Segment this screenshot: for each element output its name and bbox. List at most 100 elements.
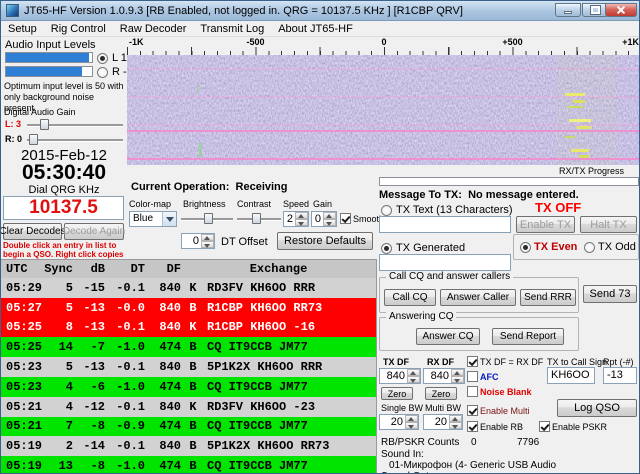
enable-pskr-option[interactable]: Enable PSKR xyxy=(539,421,607,432)
table-row[interactable]: 05:192-14-0.1840B5P1K2X KH6OO RR73 xyxy=(1,436,376,456)
rb-count: 0 xyxy=(471,437,477,448)
dial-qrg-value[interactable]: 10137.5 xyxy=(3,196,124,220)
dt-offset-up-icon[interactable] xyxy=(201,234,214,241)
answer-cq-button[interactable]: Answer CQ xyxy=(416,328,480,345)
tx-odd-radio[interactable] xyxy=(584,242,595,253)
answer-caller-button[interactable]: Answer Caller xyxy=(440,289,516,306)
noise-blank-option[interactable]: Noise Blank xyxy=(467,386,532,397)
table-row[interactable]: 05:235-13-0.1840B5P1K2X KH6OO RRR xyxy=(1,357,376,377)
enable-rb-checkbox[interactable] xyxy=(467,421,478,432)
cell-db: -6 xyxy=(73,380,105,394)
menu-transmit-log[interactable]: Transmit Log xyxy=(193,22,271,36)
dt-offset-down-icon[interactable] xyxy=(201,241,214,248)
to-call-input[interactable]: KH6OO xyxy=(547,367,595,384)
tx-odd-option[interactable]: TX Odd xyxy=(584,241,636,253)
tx-df-down-icon[interactable] xyxy=(407,376,420,383)
tx-even-option[interactable]: TX Even xyxy=(520,241,577,253)
waterfall-spectrogram xyxy=(127,55,640,165)
clear-decodes-button[interactable]: Clear Decodes xyxy=(3,223,62,240)
sound-in-value[interactable]: 01-Микрофон (4- Generic USB Audio xyxy=(389,460,637,471)
table-row[interactable]: 05:217-8-0.9474BCQ IT9CCB JM77 xyxy=(1,417,376,437)
restore-defaults-button[interactable]: Restore Defaults xyxy=(277,232,373,250)
colormap-select[interactable]: Blue xyxy=(129,211,177,227)
tx-df-zero-button[interactable]: Zero xyxy=(381,387,413,400)
close-button[interactable] xyxy=(605,3,637,17)
halt-tx-button[interactable]: Halt TX xyxy=(580,216,637,233)
noise-blank-checkbox[interactable] xyxy=(467,386,478,397)
afc-option[interactable]: AFC xyxy=(467,371,499,382)
enable-multi-checkbox[interactable] xyxy=(467,405,478,416)
channel-left-radio[interactable] xyxy=(97,53,108,64)
multi-bw-value: 20 xyxy=(424,415,449,429)
chevron-down-icon[interactable] xyxy=(162,212,176,226)
send-rrr-button[interactable]: Send RRR xyxy=(520,289,576,306)
single-bw-down-icon[interactable] xyxy=(405,422,418,429)
enable-rb-option[interactable]: Enable RB xyxy=(467,421,523,432)
table-row[interactable]: 05:295-15-0.1840KRD3FV KH6OO RRR xyxy=(1,278,376,298)
table-row[interactable]: 05:258-13-0.1840KR1CBP KH6OO -16 xyxy=(1,318,376,338)
rpt-input[interactable]: -13 xyxy=(603,367,637,384)
single-bw-up-icon[interactable] xyxy=(405,415,418,422)
enable-tx-button[interactable]: Enable TX xyxy=(516,216,575,233)
multi-bw-down-icon[interactable] xyxy=(449,422,462,429)
multi-bw-up-icon[interactable] xyxy=(449,415,462,422)
left-gain-slider[interactable] xyxy=(27,118,123,131)
tx-df-stepper[interactable]: 840 xyxy=(379,368,421,384)
tx-even-radio[interactable] xyxy=(520,242,531,253)
waterfall-display[interactable] xyxy=(127,55,640,165)
tx-df-up-icon[interactable] xyxy=(407,369,420,376)
contrast-slider-thumb[interactable] xyxy=(252,213,261,224)
enable-pskr-checkbox[interactable] xyxy=(539,421,550,432)
menu-setup[interactable]: Setup xyxy=(1,22,44,36)
speed-up-icon[interactable] xyxy=(295,212,308,219)
tx-text-option[interactable]: TX Text (13 Characters) xyxy=(381,204,513,216)
table-row[interactable]: 05:2514-7-1.0474BCQ IT9CCB JM77 xyxy=(1,337,376,357)
header-utc: UTC xyxy=(1,262,43,276)
cell-dt: -1.0 xyxy=(105,380,145,394)
smooth-checkbox[interactable] xyxy=(340,213,351,224)
dt-offset-stepper[interactable]: 0 xyxy=(181,233,215,249)
tx-generated-option[interactable]: TX Generated xyxy=(381,242,465,254)
right-gain-slider-thumb[interactable] xyxy=(29,134,38,145)
df-link-checkbox[interactable] xyxy=(467,356,478,367)
brightness-slider[interactable] xyxy=(181,212,233,225)
contrast-slider[interactable] xyxy=(237,212,281,225)
brightness-slider-thumb[interactable] xyxy=(204,213,213,224)
menu-about[interactable]: About JT65-HF xyxy=(271,22,360,36)
tx-generated-input[interactable] xyxy=(379,254,511,271)
gain-stepper[interactable]: 0 xyxy=(311,211,337,227)
call-cq-button[interactable]: Call CQ xyxy=(384,289,436,306)
df-link-option[interactable]: TX DF = RX DF xyxy=(467,356,543,367)
rx-df-up-icon[interactable] xyxy=(451,369,464,376)
right-gain-slider[interactable] xyxy=(27,133,123,146)
channel-right-radio[interactable] xyxy=(97,67,108,78)
rx-df-stepper[interactable]: 840 xyxy=(423,368,465,384)
multi-bw-stepper[interactable]: 20 xyxy=(423,414,463,430)
enable-multi-option[interactable]: Enable Multi xyxy=(467,405,530,416)
send-report-button[interactable]: Send Report xyxy=(492,328,564,345)
table-row[interactable]: 05:275-13-0.0840BR1CBP KH6OO RR73 xyxy=(1,298,376,318)
single-bw-stepper[interactable]: 20 xyxy=(379,414,419,430)
speed-down-icon[interactable] xyxy=(295,219,308,226)
tx-text-radio[interactable] xyxy=(381,205,392,216)
speed-stepper[interactable]: 2 xyxy=(283,211,309,227)
afc-checkbox[interactable] xyxy=(467,371,478,382)
rx-df-down-icon[interactable] xyxy=(451,376,464,383)
tx-text-input[interactable] xyxy=(379,216,511,233)
audio-level-left xyxy=(5,52,93,63)
rx-df-zero-button[interactable]: Zero xyxy=(425,387,457,400)
menu-rig-control[interactable]: Rig Control xyxy=(44,22,113,36)
send-73-button[interactable]: Send 73 xyxy=(583,285,637,303)
decode-again-button[interactable]: Decode Again xyxy=(64,223,124,240)
gain-down-icon[interactable] xyxy=(323,219,336,226)
table-row[interactable]: 05:1913-8-1.0474BCQ IT9CCB JM77 xyxy=(1,456,376,474)
channel-left-option[interactable]: L 1 xyxy=(97,52,127,64)
menu-raw-decoder[interactable]: Raw Decoder xyxy=(113,22,194,36)
left-gain-slider-thumb[interactable] xyxy=(40,119,49,130)
minimize-button[interactable] xyxy=(555,3,581,17)
table-row[interactable]: 05:214-12-0.1840KRD3FV KH6OO -23 xyxy=(1,397,376,417)
table-row[interactable]: 05:234-6-1.0474BCQ IT9CCB JM77 xyxy=(1,377,376,397)
log-qso-button[interactable]: Log QSO xyxy=(557,399,637,417)
tx-generated-radio[interactable] xyxy=(381,243,392,254)
gain-up-icon[interactable] xyxy=(323,212,336,219)
